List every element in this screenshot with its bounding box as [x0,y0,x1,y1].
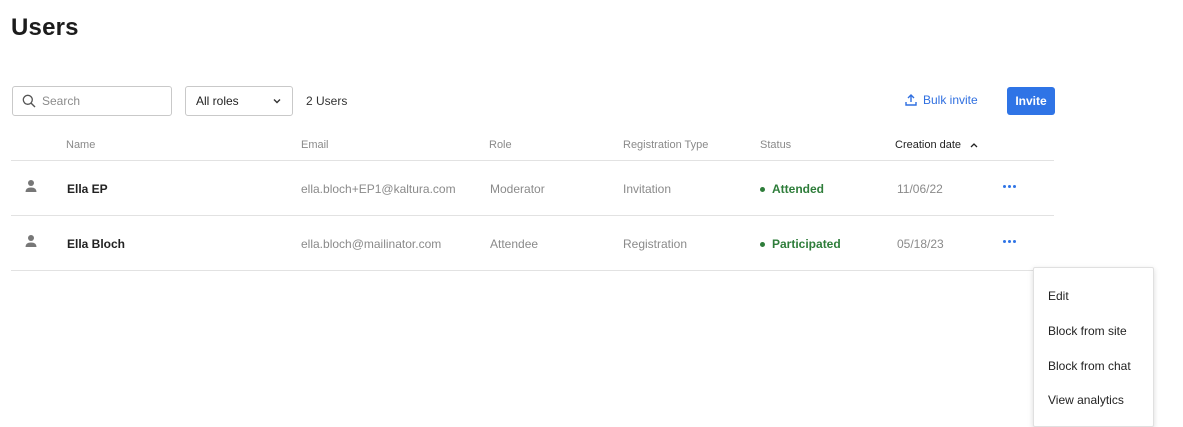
user-count: 2 Users [306,94,348,108]
table-row: Ella EP ella.bloch+EP1@kaltura.com Moder… [11,161,1054,216]
more-horizontal-icon[interactable] [999,231,1019,251]
user-email: ella.bloch+EP1@kaltura.com [301,182,456,196]
role-filter-value: All roles [196,94,239,108]
column-header-email[interactable]: Email [301,139,329,151]
menu-item-edit[interactable]: Edit [1048,289,1069,303]
user-role: Attendee [490,237,539,251]
chevron-up-icon [970,143,978,148]
invite-button[interactable]: Invite [1007,87,1055,115]
user-name[interactable]: Ella Bloch [67,237,125,251]
menu-item-block-from-site[interactable]: Block from site [1048,324,1127,338]
search-input[interactable] [42,94,162,108]
user-email: ella.bloch@mailinator.com [301,237,442,251]
user-name[interactable]: Ella EP [67,182,108,196]
column-header-registration-type[interactable]: Registration Type [623,139,708,151]
status-dot [760,241,765,247]
table-row: Ella Bloch ella.bloch@mailinator.com Att… [11,216,1054,271]
toolbar: All roles 2 Users Bulk invite Invite [0,86,1183,118]
chevron-down-icon [273,99,281,104]
bulk-invite-label: Bulk invite [923,93,978,107]
user-icon [25,235,37,247]
creation-date-label: Creation date [895,139,962,151]
bulk-invite-button[interactable]: Bulk invite [904,93,978,107]
table-header: Name Email Role Registration Type Status… [11,130,1054,161]
status-badge: Attended [760,182,824,196]
column-header-status[interactable]: Status [760,139,791,151]
role-filter-select[interactable]: All roles [185,86,293,116]
menu-item-block-from-chat[interactable]: Block from chat [1048,359,1131,373]
user-creation-date: 11/06/22 [897,182,943,196]
column-header-role[interactable]: Role [489,139,512,151]
search-box[interactable] [12,86,172,116]
more-horizontal-icon[interactable] [999,176,1019,196]
user-creation-date: 05/18/23 [897,237,944,251]
upload-icon [905,94,917,106]
status-label: Participated [772,237,841,251]
user-role: Moderator [490,182,545,196]
column-header-name[interactable]: Name [66,139,95,151]
search-icon [22,94,36,108]
status-badge: Participated [760,237,841,251]
row-actions-menu: Edit Block from site Block from chat Vie… [1033,267,1154,427]
user-registration-type: Registration [623,237,688,251]
users-table: Name Email Role Registration Type Status… [11,130,1054,271]
menu-item-view-analytics[interactable]: View analytics [1048,393,1124,407]
status-label: Attended [772,182,824,196]
column-header-creation-date[interactable]: Creation date [895,139,978,151]
status-dot [760,186,765,192]
page-title: Users [11,14,79,41]
user-registration-type: Invitation [623,182,672,196]
user-icon [25,180,37,192]
